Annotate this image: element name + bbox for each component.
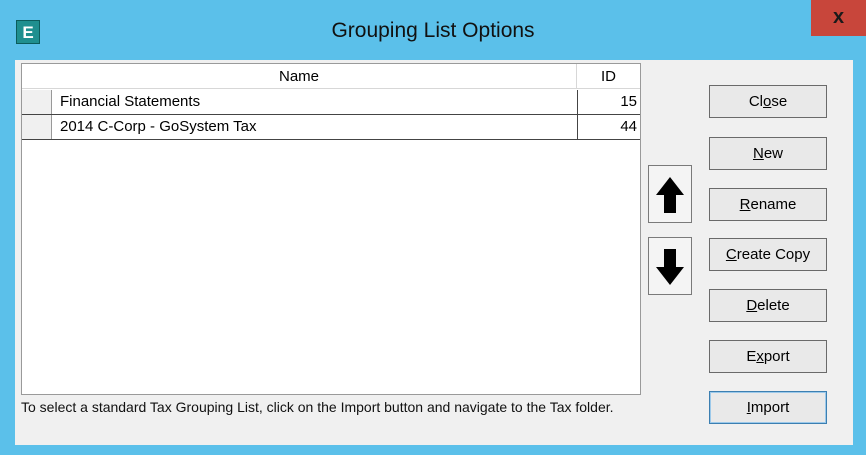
delete-label-end: elete: [757, 297, 790, 314]
cell-divider: [577, 90, 578, 114]
delete-button[interactable]: Delete: [709, 289, 827, 322]
close-label-start: Cl: [748, 93, 763, 110]
dialog-window: E Grouping List Options x Name ID Financ…: [0, 0, 866, 455]
arrow-down-icon: [656, 249, 684, 285]
rename-label-end: ename: [750, 196, 797, 213]
row-selector[interactable]: [22, 90, 52, 114]
create-copy-button[interactable]: Create Copy: [709, 238, 827, 271]
column-header-id[interactable]: ID: [577, 64, 640, 89]
export-button[interactable]: Export: [709, 340, 827, 373]
title-bar: E Grouping List Options x: [0, 0, 866, 60]
export-label-start: E: [746, 348, 757, 365]
row-name-cell: 2014 C-Corp - GoSystem Tax: [60, 118, 257, 135]
dialog-body: Name ID Financial Statements 15 2014 C-C…: [15, 60, 853, 445]
create-copy-label-end: reate Copy: [736, 246, 811, 263]
export-mnemonic: x: [756, 348, 764, 365]
move-up-button[interactable]: [648, 165, 692, 223]
rename-button[interactable]: Rename: [709, 188, 827, 221]
dialog-title: Grouping List Options: [331, 19, 535, 42]
rename-mnemonic: R: [739, 196, 751, 213]
arrow-up-icon: [656, 177, 684, 213]
new-mnemonic: N: [752, 145, 764, 162]
move-down-button[interactable]: [648, 237, 692, 295]
close-window-button[interactable]: x: [811, 0, 866, 36]
import-instructions: To select a standard Tax Grouping List, …: [21, 399, 614, 415]
close-label-end: se: [771, 93, 788, 110]
new-label-end: ew: [763, 145, 784, 162]
delete-mnemonic: D: [746, 297, 758, 314]
cell-divider: [577, 115, 578, 139]
create-copy-mnemonic: C: [725, 246, 737, 263]
close-button[interactable]: Close: [709, 85, 827, 118]
row-name-cell: Financial Statements: [60, 93, 201, 110]
import-label-end: mport: [750, 399, 790, 416]
table-row[interactable]: Financial Statements 15: [22, 90, 640, 115]
row-id-cell: 44: [620, 118, 637, 135]
row-id-cell: 15: [620, 93, 637, 110]
export-label-end: port: [763, 348, 790, 365]
grouping-list-grid: Name ID Financial Statements 15 2014 C-C…: [21, 63, 641, 395]
column-header-name[interactable]: Name: [22, 64, 577, 89]
new-button[interactable]: New: [709, 137, 827, 170]
import-button[interactable]: Import: [709, 391, 827, 424]
row-selector[interactable]: [22, 115, 52, 139]
table-row[interactable]: 2014 C-Corp - GoSystem Tax 44: [22, 115, 640, 140]
